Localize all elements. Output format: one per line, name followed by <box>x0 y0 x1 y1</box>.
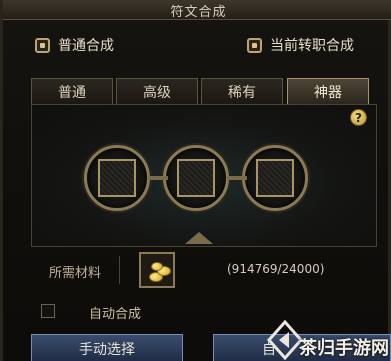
slot-empty-icon <box>98 159 136 197</box>
auto-combine-label: 自动合成 <box>89 307 142 322</box>
divider <box>119 256 120 284</box>
gold-coins-icon[interactable] <box>139 252 175 288</box>
rune-synthesis-window: 符文合成 普通合成 当前转职合成 普通 高级 稀有 神器 ? 所需材料 (914… <box>0 0 391 361</box>
rarity-tabs: 普通 高级 稀有 神器 <box>31 78 381 104</box>
rune-slot-1[interactable] <box>84 145 150 211</box>
mode-current-class-synthesis[interactable]: 当前转职合成 <box>247 34 354 56</box>
radio-selected-icon <box>35 37 50 53</box>
mode-normal-synthesis[interactable]: 普通合成 <box>35 34 114 56</box>
slot-empty-icon <box>256 159 294 197</box>
help-icon[interactable]: ? <box>350 109 367 126</box>
arrow-up-icon <box>185 232 213 244</box>
tab-artifact[interactable]: 神器 <box>287 78 369 104</box>
tab-rare[interactable]: 稀有 <box>201 78 283 104</box>
rune-slot-2[interactable] <box>163 145 229 211</box>
manual-select-button[interactable]: 手动选择 <box>31 334 183 361</box>
tab-normal[interactable]: 普通 <box>31 78 113 104</box>
title-bar[interactable]: 符文合成 <box>3 0 391 20</box>
mode-switch-row: 普通合成 当前转职合成 <box>15 30 382 60</box>
auto-combine-row: 自动合成 <box>31 300 377 322</box>
window-title: 符文合成 <box>170 5 227 20</box>
mode-class-label: 当前转职合成 <box>270 38 354 54</box>
tab-advanced[interactable]: 高级 <box>116 78 198 104</box>
materials-count: (914769/24000) <box>227 262 325 276</box>
radio-icon <box>247 37 262 53</box>
rune-slot-3[interactable] <box>242 145 308 211</box>
slot-connector <box>148 176 168 180</box>
auto-action-button[interactable]: 自 <box>213 334 391 361</box>
materials-label: 所需材料 <box>49 266 102 281</box>
slot-empty-icon <box>177 159 215 197</box>
materials-row: 所需材料 (914769/24000) <box>31 248 377 292</box>
mode-normal-label: 普通合成 <box>58 38 114 54</box>
slot-connector <box>227 176 247 180</box>
auto-combine-checkbox[interactable] <box>41 304 55 318</box>
